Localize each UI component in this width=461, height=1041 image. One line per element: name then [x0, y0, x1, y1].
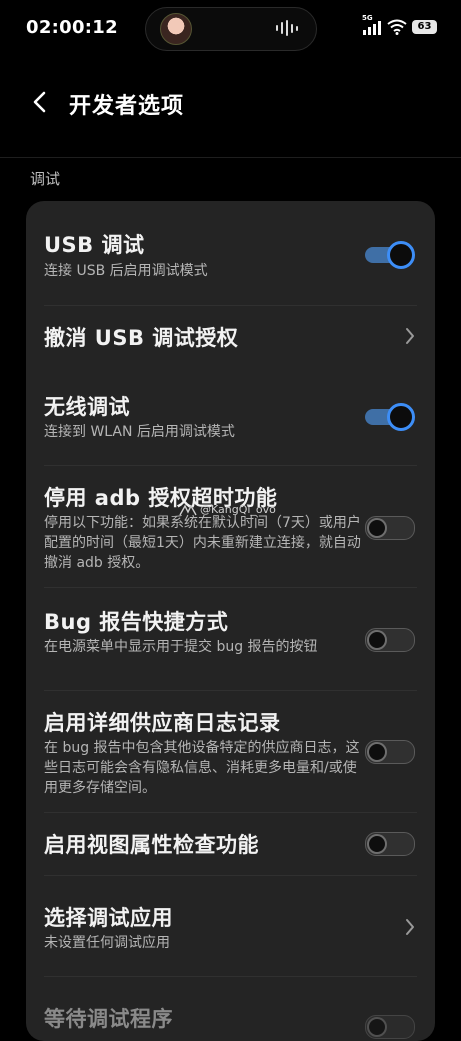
setting-view-attribute-inspection[interactable]: 启用视图属性检查功能 — [26, 813, 435, 875]
setting-subtitle: 在 bug 报告中包含其他设备特定的供应商日志，这些日志可能会含有隐私信息、消耗… — [44, 740, 360, 796]
setting-title: USB 调试 — [44, 233, 145, 257]
setting-subtitle: 在电源菜单中显示用于提交 bug 报告的按钮 — [44, 639, 318, 655]
setting-title: 启用视图属性检查功能 — [44, 833, 259, 857]
wifi-icon — [387, 19, 407, 35]
setting-usb-debugging[interactable]: USB 调试 连接 USB 后启用调试模式 — [26, 201, 435, 305]
setting-title: 等待调试程序 — [44, 1007, 173, 1031]
watermark: @KangQi_ovo — [179, 503, 276, 516]
setting-subtitle: 停用以下功能：如果系统在默认时间（7天）或用户配置的时间（最短1天）内未重新建立… — [44, 515, 361, 571]
verbose-vendor-logging-toggle[interactable] — [365, 738, 415, 766]
setting-title: 无线调试 — [44, 395, 130, 419]
audio-wave-icon — [276, 20, 304, 36]
setting-title: 选择调试应用 — [44, 906, 173, 930]
usb-debugging-toggle[interactable] — [365, 241, 415, 269]
network-type-label: 5G — [362, 14, 373, 22]
setting-title: 撤消 USB 调试授权 — [44, 326, 239, 350]
setting-bug-report-shortcut[interactable]: Bug 报告快捷方式 在电源菜单中显示用于提交 bug 报告的按钮 — [26, 588, 435, 690]
setting-title: 启用详细供应商日志记录 — [44, 711, 281, 735]
bug-report-shortcut-toggle[interactable] — [365, 626, 415, 654]
setting-wait-for-debugger[interactable]: 等待调试程序 — [26, 977, 435, 1041]
status-bar: 02:00:12 5G 63 — [0, 0, 461, 58]
app-header: 开发者选项 — [0, 74, 461, 130]
header-divider — [0, 157, 461, 158]
section-label-debug: 调试 — [30, 170, 61, 188]
chevron-right-icon — [406, 328, 414, 344]
battery-icon: 63 — [412, 20, 437, 34]
media-avatar — [160, 13, 192, 45]
cellular-signal-icon: 5G — [362, 14, 382, 35]
watermark-logo-icon — [179, 503, 197, 515]
setting-subtitle: 连接 USB 后启用调试模式 — [44, 263, 208, 279]
wireless-debugging-toggle[interactable] — [365, 403, 415, 431]
dynamic-island[interactable] — [145, 7, 317, 51]
back-arrow-icon[interactable] — [30, 90, 50, 114]
setting-select-debug-app[interactable]: 选择调试应用 未设置任何调试应用 — [26, 876, 435, 976]
settings-card: USB 调试 连接 USB 后启用调试模式 撤消 USB 调试授权 无线调试 连… — [26, 201, 435, 1041]
system-icons: 5G 63 — [362, 14, 437, 38]
setting-wireless-debugging[interactable]: 无线调试 连接到 WLAN 后启用调试模式 — [26, 363, 435, 465]
wait-for-debugger-toggle[interactable] — [365, 1013, 415, 1041]
watermark-text: @KangQi_ovo — [200, 503, 276, 516]
page-title: 开发者选项 — [69, 94, 185, 119]
chevron-right-icon — [406, 919, 414, 935]
setting-subtitle: 未设置任何调试应用 — [44, 935, 170, 951]
setting-verbose-vendor-logging[interactable]: 启用详细供应商日志记录 在 bug 报告中包含其他设备特定的供应商日志，这些日志… — [26, 691, 435, 812]
setting-title: Bug 报告快捷方式 — [44, 610, 229, 634]
disable-adb-timeout-toggle[interactable] — [365, 514, 415, 542]
view-attribute-inspection-toggle[interactable] — [365, 830, 415, 858]
status-time: 02:00:12 — [26, 17, 118, 38]
setting-disable-adb-timeout[interactable]: 停用 adb 授权超时功能 停用以下功能：如果系统在默认时间（7天）或用户配置的… — [26, 466, 435, 587]
setting-subtitle: 连接到 WLAN 后启用调试模式 — [44, 424, 235, 440]
setting-revoke-usb-auth[interactable]: 撤消 USB 调试授权 — [26, 306, 435, 363]
